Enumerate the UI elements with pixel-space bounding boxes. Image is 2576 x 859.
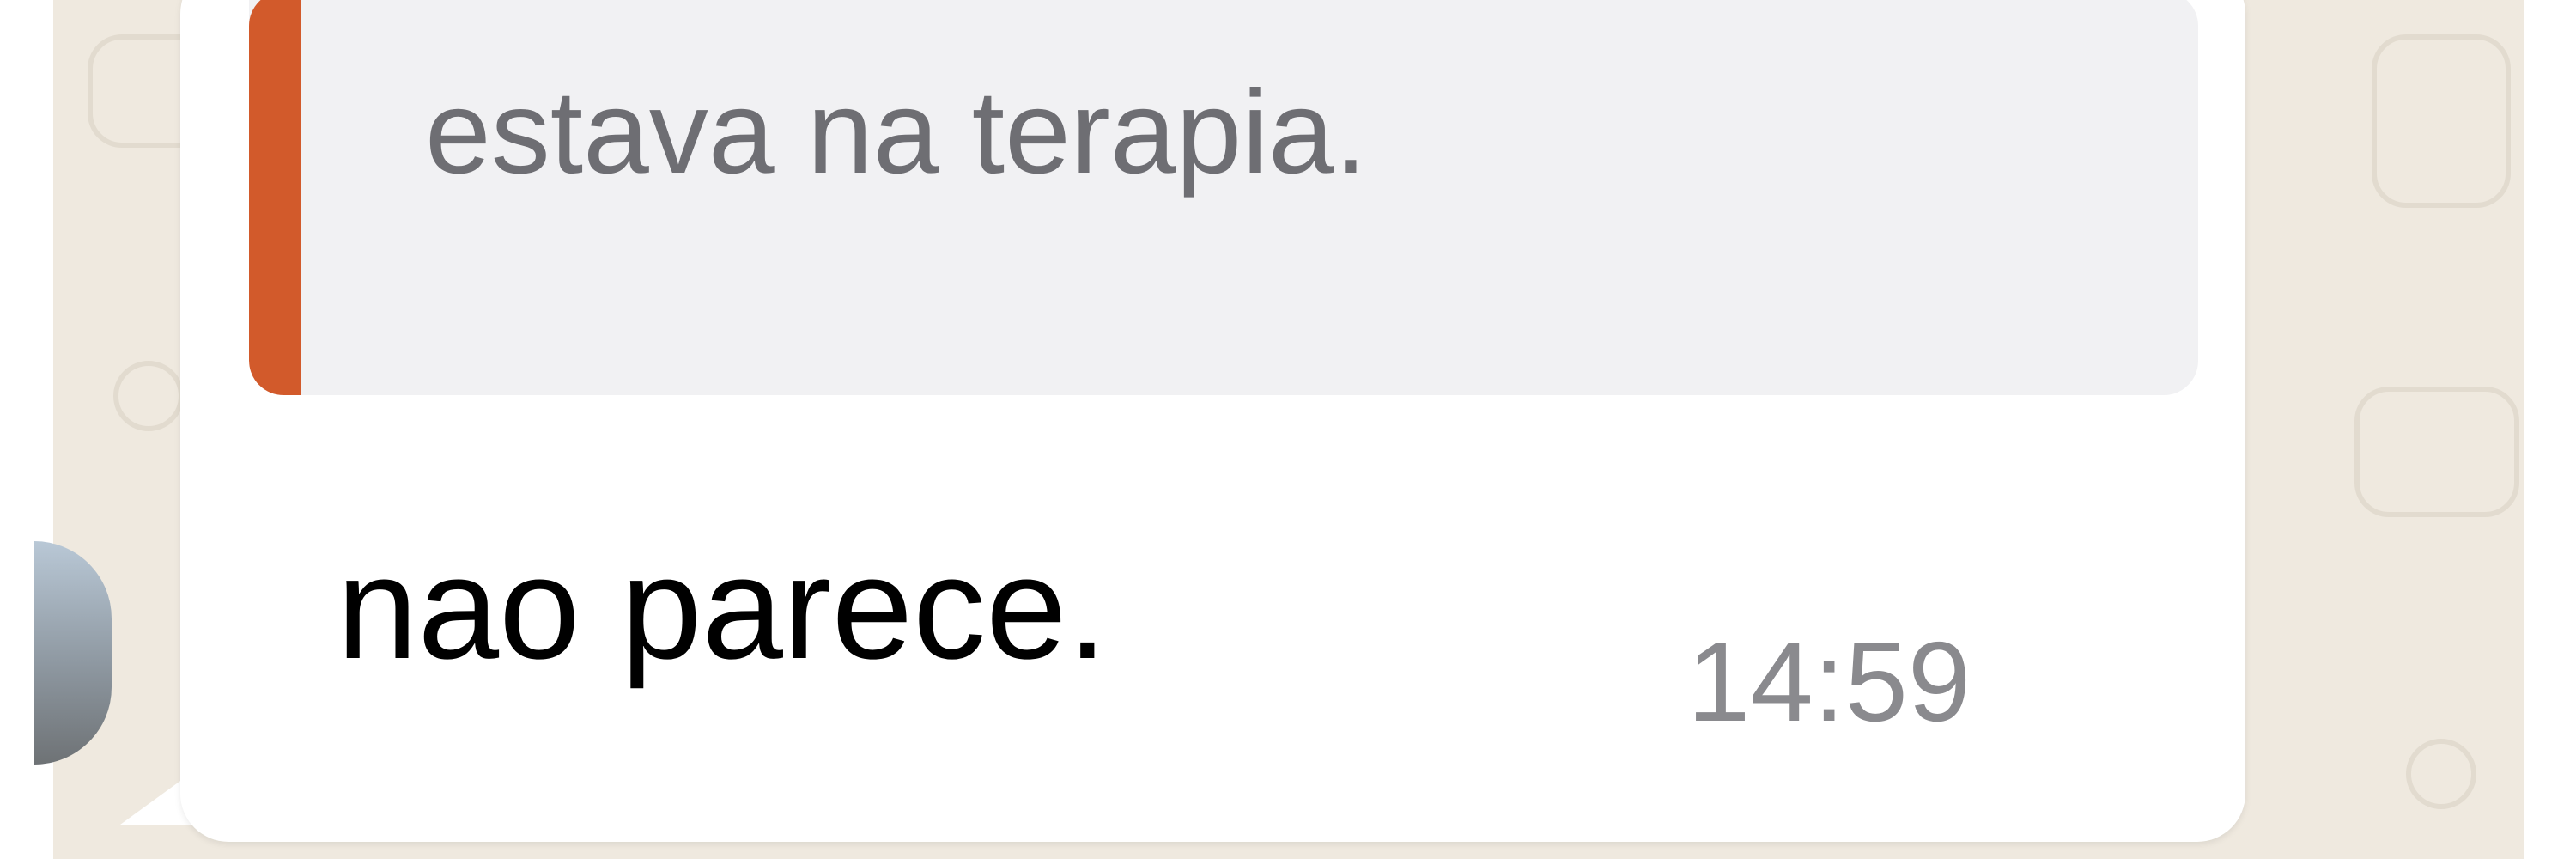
message-text: nao parece. <box>337 527 1108 690</box>
background-doodle <box>2406 739 2476 809</box>
background-doodle <box>2372 34 2511 208</box>
quoted-message-text: estava na terapia. <box>425 66 1368 198</box>
background-doodle <box>2354 387 2519 517</box>
quoted-message[interactable]: estava na terapia. <box>249 0 2198 395</box>
background-doodle <box>113 361 184 431</box>
quote-accent-bar <box>249 0 301 395</box>
message-timestamp: 14:59 <box>1687 618 1971 745</box>
